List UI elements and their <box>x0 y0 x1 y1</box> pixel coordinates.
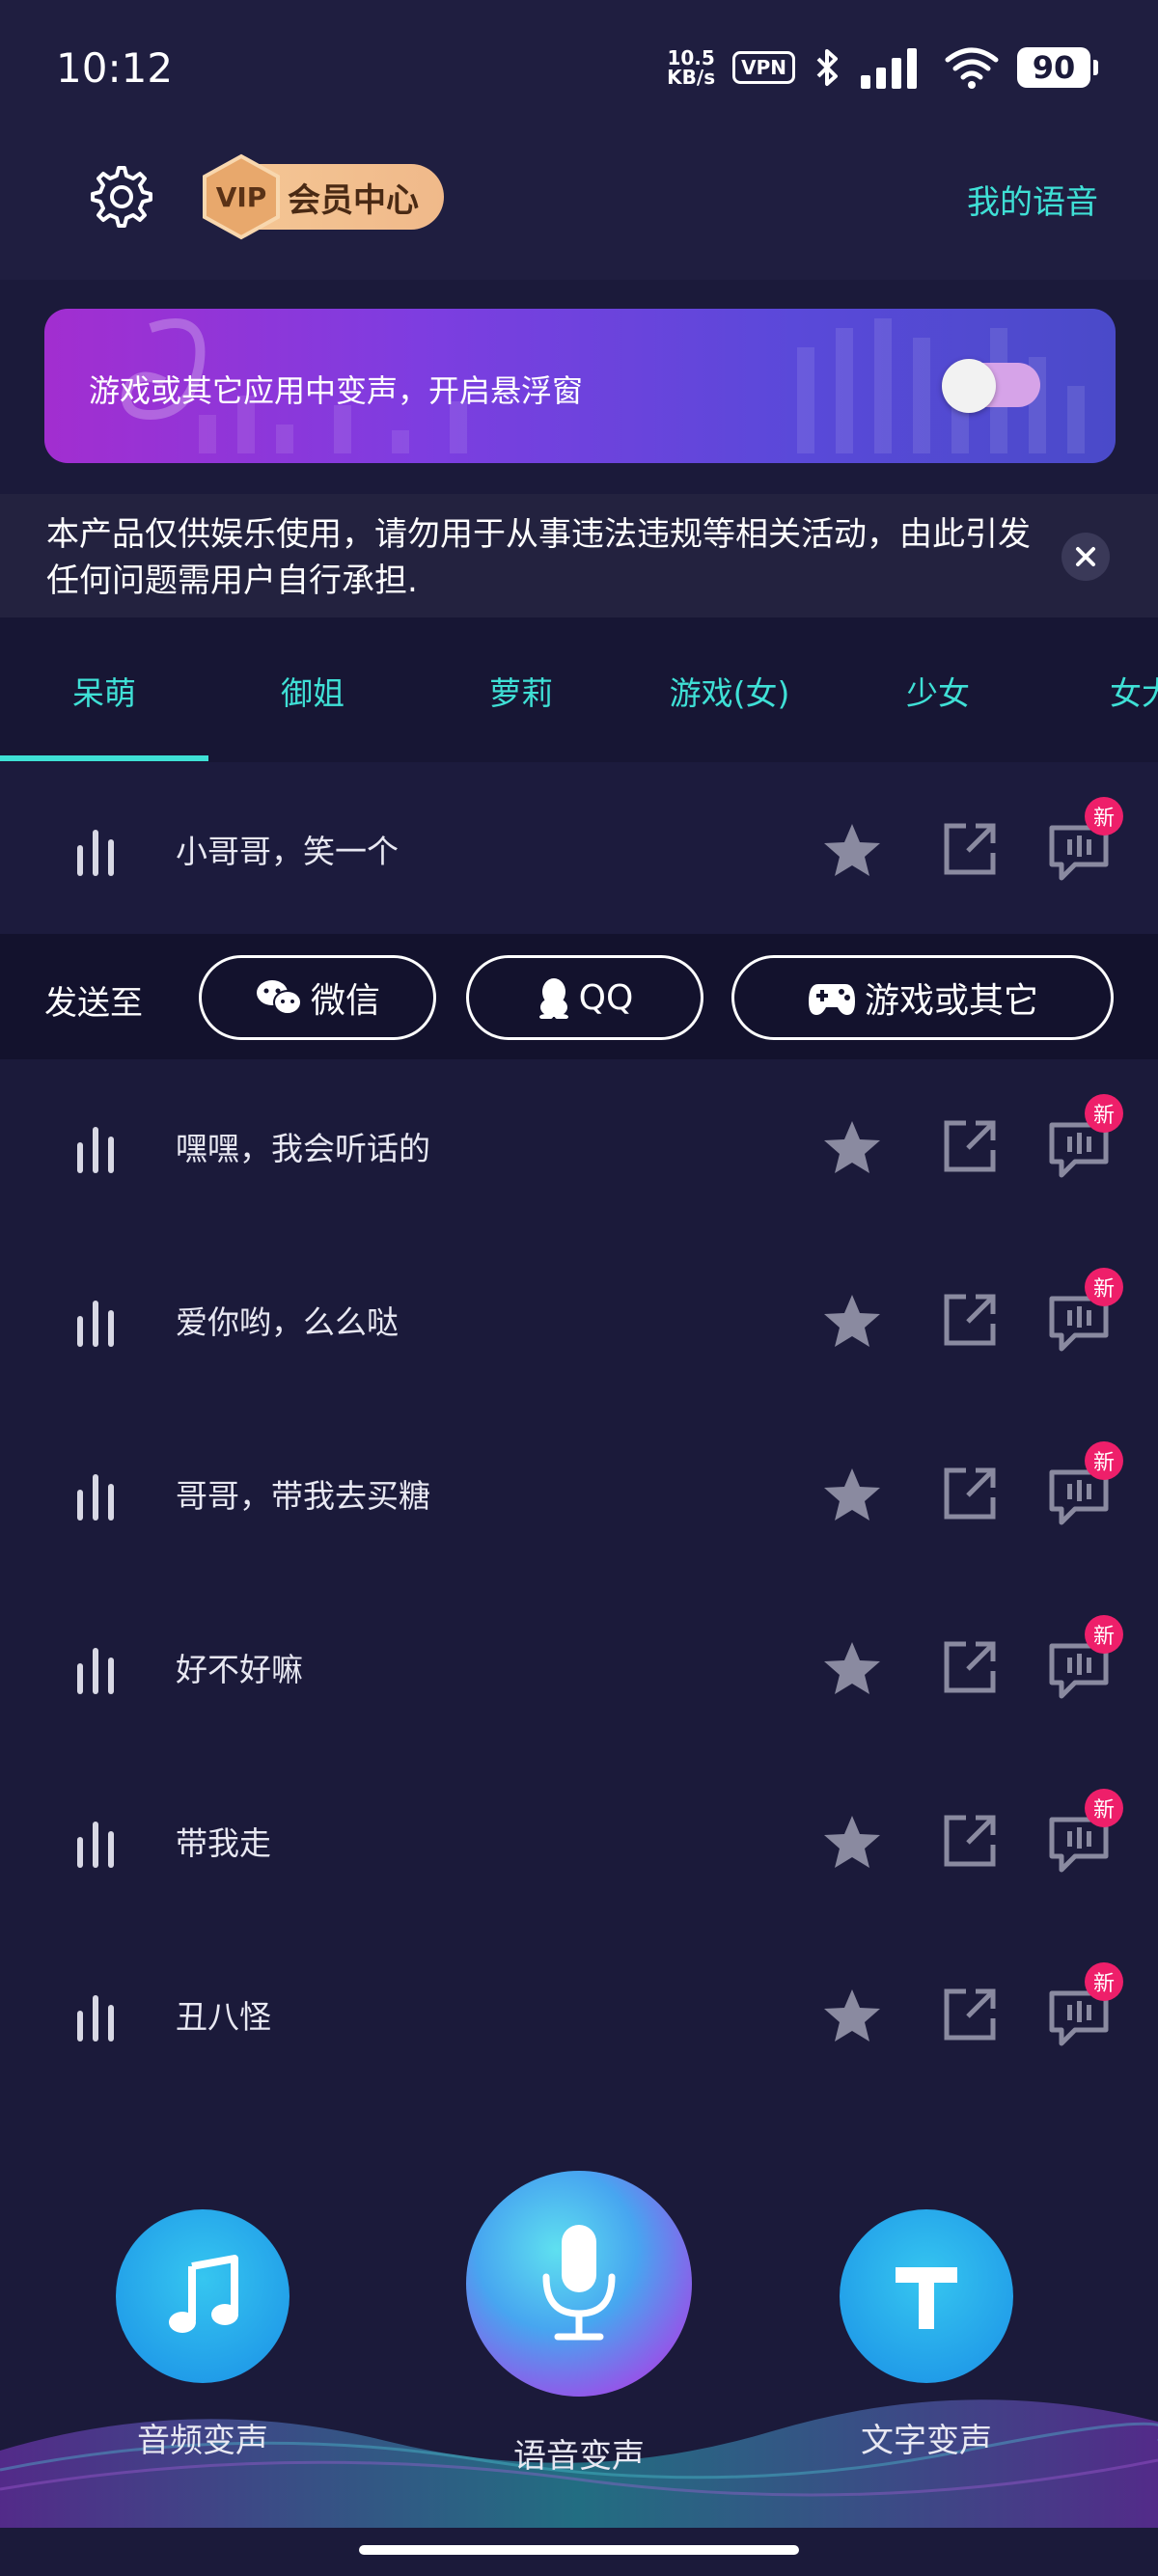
voice-title: 丑八怪 <box>176 1998 271 2036</box>
audio-change-button[interactable] <box>116 2209 290 2383</box>
toggle-knob <box>942 359 996 413</box>
battery-icon: 90 <box>1017 47 1098 88</box>
banner-text: 游戏或其它应用中变声，开启悬浮窗 <box>89 372 584 409</box>
share-icon[interactable] <box>941 820 999 878</box>
voice-row[interactable]: 嘿嘿，我会听话的 新 <box>0 1059 1158 1233</box>
close-icon <box>1076 547 1095 566</box>
voice-change-button[interactable] <box>466 2171 692 2397</box>
send-wechat-label: 微信 <box>310 981 380 1021</box>
send-qq-button[interactable]: QQ <box>466 955 703 1040</box>
audio-bars-icon <box>77 1822 114 1868</box>
favorite-star-icon[interactable] <box>822 1987 882 2043</box>
floating-window-banner[interactable]: 游戏或其它应用中变声，开启悬浮窗 <box>44 309 1116 463</box>
close-disclaimer-button[interactable] <box>1062 533 1110 581</box>
send-games-button[interactable]: 游戏或其它 <box>731 955 1114 1040</box>
new-badge: 新 <box>1085 1441 1123 1480</box>
vip-badge-icon: VIP <box>203 153 280 240</box>
share-icon[interactable] <box>941 1812 999 1870</box>
active-tab-indicator <box>0 755 208 761</box>
audio-change-label: 音频变声 <box>137 2422 268 2460</box>
disclaimer-text: 本产品仅供娱乐使用，请勿用于从事违法违规等相关活动，由此引发任何问题需用户自行承… <box>46 515 1031 600</box>
category-tabs: 呆萌 御姐 萝莉 游戏(女) 少女 女大 <box>0 617 1158 762</box>
voice-row[interactable]: 爱你哟，么么哒 新 <box>0 1233 1158 1407</box>
new-badge: 新 <box>1085 797 1123 836</box>
signal-icon <box>861 48 917 89</box>
audio-bars-icon <box>77 1995 114 2042</box>
tab-nvda[interactable]: 女大 <box>1042 668 1158 714</box>
status-bar: 10:12 10.5 KB/s VPN 90 <box>0 0 1158 135</box>
voice-change-label: 语音变声 <box>513 2437 645 2476</box>
text-t-icon <box>896 2267 957 2329</box>
network-speed: 10.5 KB/s <box>667 48 715 87</box>
favorite-star-icon[interactable] <box>822 1293 882 1349</box>
send-wechat-button[interactable]: 微信 <box>199 955 436 1040</box>
tab-luoli[interactable]: 萝莉 <box>417 668 625 714</box>
voice-row[interactable]: 小哥哥，笑一个 新 <box>0 762 1158 936</box>
my-voice-link[interactable]: 我的语音 <box>967 176 1098 223</box>
voice-row[interactable]: 带我走 新 <box>0 1754 1158 1928</box>
favorite-star-icon[interactable] <box>822 1119 882 1175</box>
voice-title: 爱你哟，么么哒 <box>176 1303 399 1341</box>
voice-row[interactable]: 好不好嘛 新 <box>0 1580 1158 1754</box>
network-speed-unit: KB/s <box>667 66 716 89</box>
floating-window-toggle[interactable] <box>942 359 1040 413</box>
voice-title: 小哥哥，笑一个 <box>176 833 399 870</box>
music-note-icon <box>169 2255 238 2333</box>
network-speed-value: 10.5 <box>667 46 715 69</box>
disclaimer-notice: 本产品仅供娱乐使用，请勿用于从事违法违规等相关活动，由此引发任何问题需用户自行承… <box>0 494 1158 617</box>
audio-bars-icon <box>77 1127 114 1173</box>
audio-bars-icon <box>77 1474 114 1521</box>
qq-penguin-icon <box>538 978 568 1019</box>
share-icon[interactable] <box>941 1986 999 2043</box>
svg-text:VIP: VIP <box>216 181 267 213</box>
gear-icon[interactable] <box>89 164 154 230</box>
app-header: VIP 会员中心 我的语音 <box>0 135 1158 280</box>
voice-row[interactable]: 哥哥，带我去买糖 新 <box>0 1407 1158 1580</box>
audio-bars-icon <box>77 830 114 876</box>
home-indicator[interactable] <box>359 2545 799 2555</box>
voice-title: 带我走 <box>176 1824 271 1862</box>
favorite-star-icon[interactable] <box>822 1640 882 1696</box>
share-icon[interactable] <box>941 1465 999 1522</box>
new-badge: 新 <box>1085 1789 1123 1827</box>
voice-title: 嘿嘿，我会听话的 <box>176 1130 430 1167</box>
tab-daimeng[interactable]: 呆萌 <box>0 668 208 714</box>
share-icon[interactable] <box>941 1291 999 1349</box>
new-badge: 新 <box>1085 1268 1123 1306</box>
wechat-icon <box>256 980 302 1015</box>
new-badge: 新 <box>1085 1615 1123 1654</box>
tab-shaonv[interactable]: 少女 <box>834 668 1042 714</box>
text-change-button[interactable] <box>840 2209 1013 2383</box>
send-qq-label: QQ <box>578 977 634 1018</box>
gamepad-icon <box>808 984 855 1015</box>
send-to-label: 发送至 <box>44 984 143 1023</box>
share-icon[interactable] <box>941 1638 999 1696</box>
new-badge: 新 <box>1085 1962 1123 2001</box>
vip-center-button[interactable]: VIP 会员中心 <box>203 153 444 240</box>
voice-title: 哥哥，带我去买糖 <box>176 1477 430 1515</box>
share-icon[interactable] <box>941 1117 999 1175</box>
microphone-icon <box>542 2225 616 2341</box>
voice-title: 好不好嘛 <box>176 1651 303 1688</box>
tab-yujie[interactable]: 御姐 <box>208 668 417 714</box>
audio-bars-icon <box>77 1648 114 1694</box>
bluetooth-icon <box>816 49 838 86</box>
wifi-icon <box>945 47 999 89</box>
text-change-label: 文字变声 <box>861 2422 992 2460</box>
favorite-star-icon[interactable] <box>822 1466 882 1522</box>
status-icons: 10.5 KB/s VPN 90 <box>667 42 1098 93</box>
send-to-bar: 发送至 微信 QQ 游戏或其它 <box>0 934 1158 1059</box>
audio-bars-icon <box>77 1301 114 1347</box>
send-games-label: 游戏或其它 <box>864 981 1038 1021</box>
voice-row[interactable]: 丑八怪 新 <box>0 1928 1158 2101</box>
vpn-icon: VPN <box>732 51 795 84</box>
vip-center-label: 会员中心 <box>288 180 419 220</box>
favorite-star-icon[interactable] <box>822 1814 882 1870</box>
favorite-star-icon[interactable] <box>822 822 882 878</box>
new-badge: 新 <box>1085 1094 1123 1133</box>
status-time: 10:12 <box>56 44 174 92</box>
tab-game-female[interactable]: 游戏(女) <box>625 668 834 714</box>
